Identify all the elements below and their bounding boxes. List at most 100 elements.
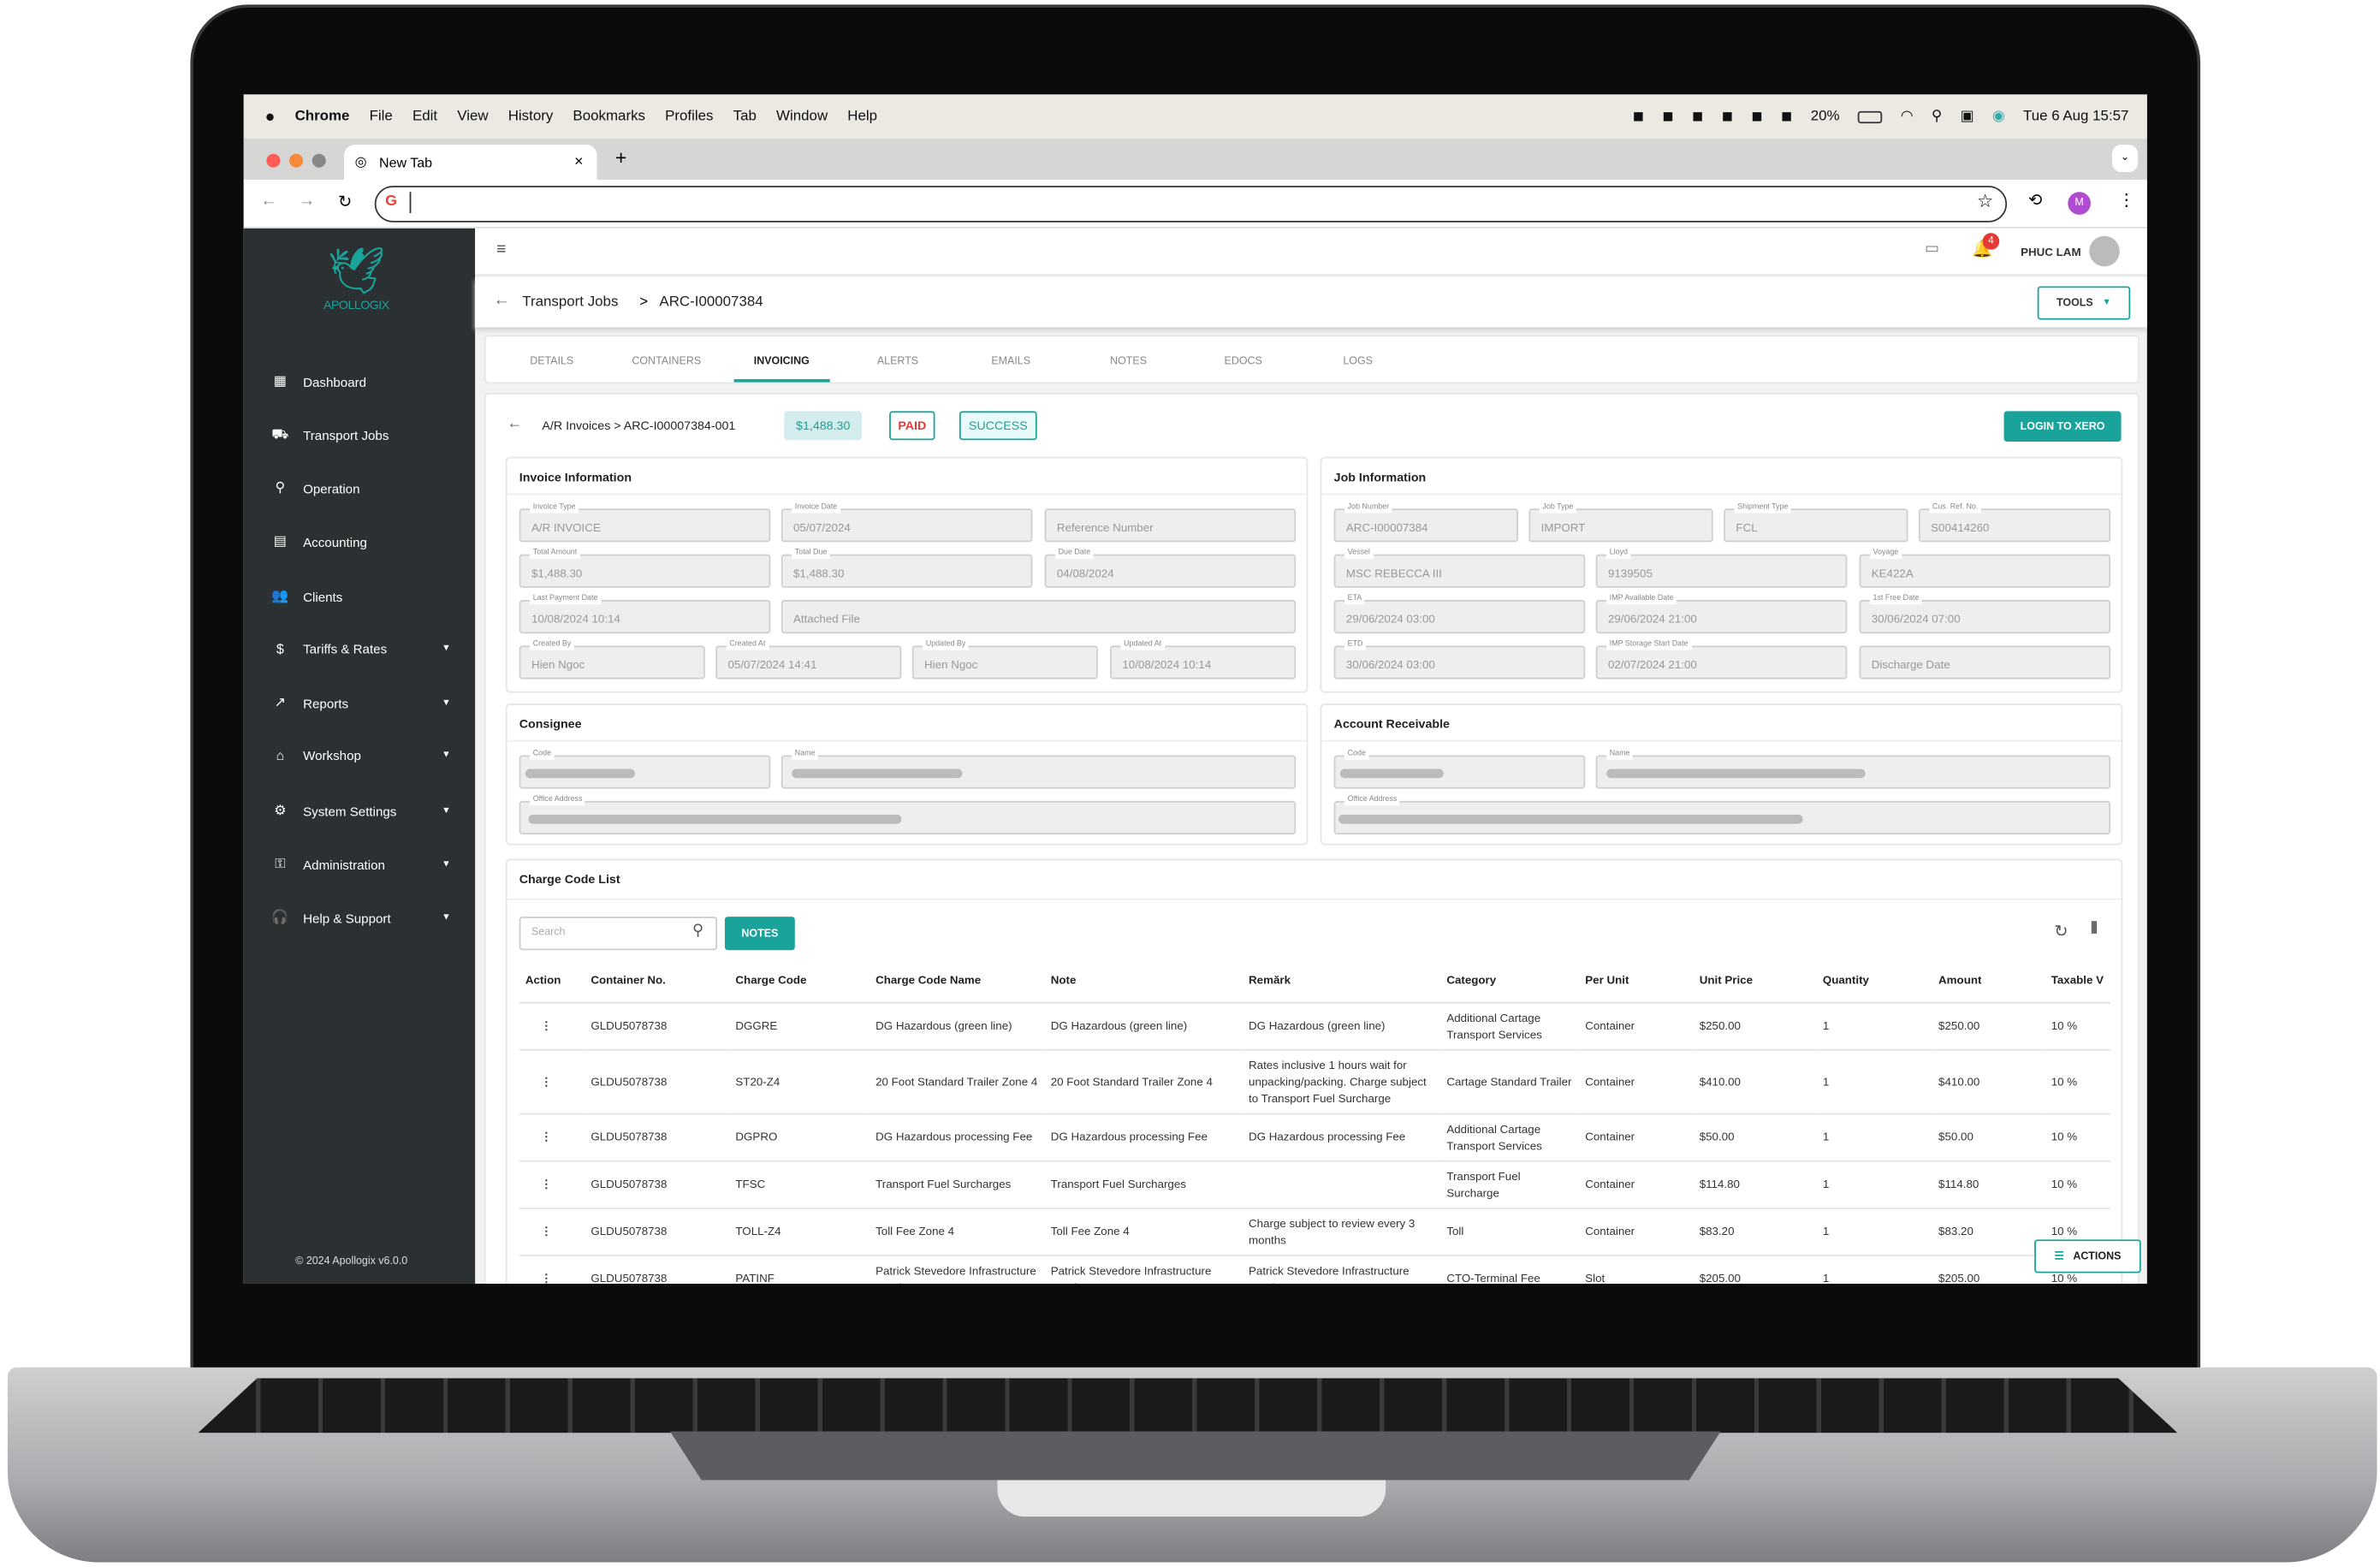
sidebar-item-reports[interactable]: ↗ Reports ▼ (271, 694, 451, 711)
sidebar-item-help-support[interactable]: 🎧 Help & Support ▼ (271, 909, 450, 926)
job-type-field[interactable]: Job Type IMPORT (1528, 502, 1713, 543)
chat-icon[interactable]: ▭ (1925, 240, 1939, 258)
minimize-window-button[interactable] (289, 153, 304, 168)
total-due-field[interactable]: Total Due $1,488.30 (780, 548, 1033, 588)
sidebar-item-administration[interactable]: ⚿ Administration ▼ (271, 856, 450, 873)
eta-field[interactable]: ETA 29/06/2024 03:00 (1333, 593, 1586, 634)
consignee-code-field[interactable]: Code (519, 749, 771, 789)
sidebar-item-system-settings[interactable]: ⚙ System Settings ▼ (271, 803, 450, 820)
row-menu-icon[interactable]: ⋮ (519, 1113, 585, 1161)
consignee-address-field[interactable]: Office Address (519, 794, 1297, 835)
cus-ref-no--field[interactable]: Cus. Ref. No. S00414260 (1918, 502, 2111, 543)
tab-emails[interactable]: EMAILS (991, 356, 1030, 366)
wifi-icon[interactable]: ◠ (1901, 108, 1914, 125)
breadcrumb-parent[interactable]: Transport Jobs (522, 294, 618, 311)
tab-containers[interactable]: CONTAINERS (632, 356, 701, 366)
sidebar-item-dashboard[interactable]: ▦ Dashboard (271, 373, 451, 390)
invoice-type-field[interactable]: Invoice Type A/R INVOICE (519, 502, 771, 543)
extension-icon[interactable]: ⟲ (2028, 190, 2042, 210)
sidebar-item-clients[interactable]: 👥 Clients (271, 588, 451, 605)
menu-history[interactable]: History (508, 108, 554, 125)
attached-file-field[interactable]: Attached File (780, 600, 1297, 634)
receivable-address-field[interactable]: Office Address (1333, 794, 2111, 835)
column-header[interactable]: Charge Code Name (869, 959, 1045, 1003)
tab-details[interactable]: DETAILS (530, 356, 573, 366)
column-header[interactable]: Amount (1932, 959, 2045, 1003)
imp-available-date-field[interactable]: IMP Available Date 29/06/2024 21:00 (1595, 593, 1848, 634)
reference-number-field[interactable]: Reference Number (1044, 508, 1297, 543)
new-tab-button[interactable]: + (615, 146, 627, 169)
menu-tab[interactable]: Tab (733, 108, 757, 125)
tab-edocs[interactable]: EDOCS (1225, 356, 1262, 366)
notes-button[interactable]: NOTES (724, 917, 795, 951)
back-arrow-icon[interactable]: ← (507, 416, 523, 433)
vessel-field[interactable]: Vessel MSC REBECCA III (1333, 548, 1586, 588)
tab-invoicing[interactable]: INVOICING (733, 356, 829, 383)
imp-storage-start-date-field[interactable]: IMP Storage Start Date 02/07/2024 21:00 (1595, 639, 1848, 680)
last-payment-date-field[interactable]: Last Payment Date 10/08/2024 10:14 (519, 593, 771, 634)
network-icon[interactable]: ◼ (1692, 108, 1703, 125)
column-header[interactable]: Unit Price (1693, 959, 1817, 1003)
menu-view[interactable]: View (457, 108, 488, 125)
user-avatar[interactable] (2089, 235, 2120, 267)
column-header[interactable]: Category (1440, 959, 1580, 1003)
search-icon[interactable]: ⚲ (1932, 108, 1942, 125)
bookmark-star-icon[interactable]: ☆ (1977, 190, 1993, 211)
menu-edit[interactable]: Edit (412, 108, 437, 125)
created-at-field[interactable]: Created At 05/07/2024 14:41 (715, 639, 902, 680)
menu-window[interactable]: Window (776, 108, 828, 125)
due-date-field[interactable]: Due Date 04/08/2024 (1044, 548, 1297, 588)
menu-bookmarks[interactable]: Bookmarks (573, 108, 645, 125)
row-menu-icon[interactable]: ⋮ (519, 1255, 585, 1284)
address-bar[interactable]: G ☆ (374, 186, 2008, 223)
updated-by-field[interactable]: Updated By Hien Ngoc (911, 639, 1098, 680)
check-icon[interactable]: ◼ (1781, 108, 1792, 125)
receivable-name-field[interactable]: Name (1595, 749, 2111, 789)
browser-menu-icon[interactable]: ⋮ (2118, 190, 2135, 210)
siri-icon[interactable]: ◉ (1992, 108, 2005, 125)
user-name[interactable]: PHUC LAM (2021, 245, 2080, 258)
sidebar-item-tariffs-rates[interactable]: $ Tariffs & Rates ▼ (271, 641, 451, 656)
discharge-date-field[interactable]: Discharge Date (1859, 645, 2111, 680)
row-menu-icon[interactable]: ⋮ (519, 1048, 585, 1114)
column-header[interactable]: Quantity (1816, 959, 1932, 1003)
back-arrow-icon[interactable]: ← (493, 291, 510, 309)
row-menu-icon[interactable]: ⋮ (519, 1001, 585, 1050)
menu-file[interactable]: File (370, 108, 393, 125)
voyage-field[interactable]: Voyage KE422A (1859, 548, 2111, 588)
close-window-button[interactable] (266, 153, 281, 168)
column-header[interactable]: Action (519, 959, 585, 1003)
row-menu-icon[interactable]: ⋮ (519, 1207, 585, 1256)
apple-icon[interactable]: ● (265, 107, 276, 125)
control-center-icon[interactable]: ▣ (1961, 108, 1974, 125)
tools-button[interactable]: TOOLS ▼ (2037, 286, 2131, 320)
column-header[interactable]: Charge Code (729, 959, 870, 1003)
tab-search-button[interactable]: ⌄ (2111, 145, 2139, 173)
battery-percent[interactable]: 20% (1811, 108, 1840, 125)
row-menu-icon[interactable]: ⋮ (519, 1160, 585, 1208)
chat-icon[interactable]: ◼ (1722, 108, 1733, 125)
address-input[interactable] (409, 192, 412, 214)
maximize-window-button[interactable] (312, 153, 326, 168)
sidebar-item-workshop[interactable]: ⌂ Workshop ▼ (271, 748, 451, 763)
consignee-name-field[interactable]: Name (780, 749, 1297, 789)
invoice-date-field[interactable]: Invoice Date 05/07/2024 (780, 502, 1033, 543)
column-header[interactable]: Container No. (585, 959, 730, 1003)
charge-search-input[interactable]: Search ⚲ (519, 917, 718, 951)
close-tab-icon[interactable]: × (574, 154, 583, 171)
job-number-field[interactable]: Job Number ARC-I00007384 (1333, 502, 1518, 543)
created-by-field[interactable]: Created By Hien Ngoc (519, 639, 705, 680)
column-header[interactable]: Remărk (1242, 959, 1441, 1003)
shipment-type-field[interactable]: Shipment Type FCL (1724, 502, 1908, 543)
sidebar-item-accounting[interactable]: ▤ Accounting (271, 533, 451, 550)
profile-avatar[interactable]: M (2068, 192, 2091, 215)
tab-notes[interactable]: NOTES (1110, 356, 1147, 366)
receivable-code-field[interactable]: Code (1333, 749, 1586, 789)
updated-at-field[interactable]: Updated At 10/08/2024 10:14 (1110, 639, 1297, 680)
etd-field[interactable]: ETD 30/06/2024 03:00 (1333, 639, 1586, 680)
teamviewer-icon[interactable]: ◼ (1662, 108, 1673, 125)
menu-help[interactable]: Help (847, 108, 877, 125)
lloyd-field[interactable]: Lloyd 9139505 (1595, 548, 1848, 588)
actions-button[interactable]: ☰ ACTIONS (2034, 1239, 2141, 1273)
browser-tab[interactable]: ◎ New Tab × (344, 145, 597, 180)
